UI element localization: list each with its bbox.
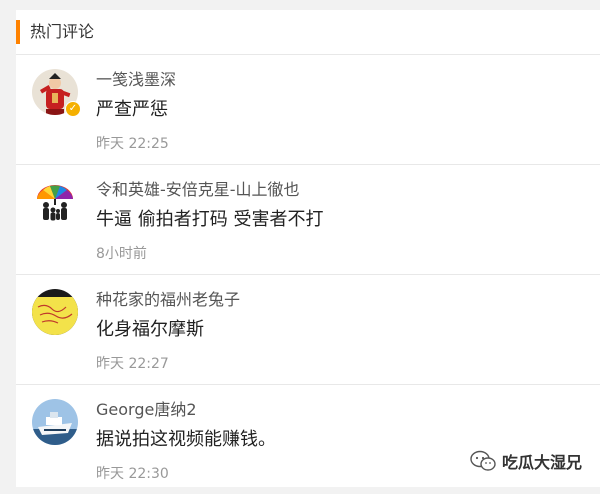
section-title: 热门评论 [30,22,95,41]
comment-item: 令和英雄-安倍克星-山上徹也 牛逼 偷拍者打码 受害者不打 8小时前 [16,165,600,275]
comment-username[interactable]: George唐纳2 [96,400,197,420]
comment-text: 化身福尔摩斯 [96,319,204,340]
accent-bar [16,20,20,44]
comment-username[interactable]: 种花家的福州老兔子 [96,290,240,310]
comment-item: ✓ 一笺浅墨深 严查严惩 昨天 22:25 [16,55,600,165]
watermark-text: 吃瓜大湿兄 [502,453,583,472]
avatar[interactable] [32,289,78,335]
comment-username[interactable]: 一笺浅墨深 [96,70,176,90]
rainbow-umbrella-family-avatar [32,179,78,225]
ship-avatar [32,399,78,445]
yellow-note-avatar [32,289,78,335]
comment-username[interactable]: 令和英雄-安倍克星-山上徹也 [96,180,300,200]
comment-time: 昨天 22:25 [96,136,169,152]
avatar[interactable] [32,399,78,445]
comment-time: 昨天 22:30 [96,466,169,482]
comment-item: George唐纳2 据说拍这视频能赚钱。 昨天 22:30 [16,385,600,494]
hot-comments-panel: 热门评论 ✓ 一笺浅墨深 严查严惩 昨天 22:25 令和英雄-安倍克星-山上徹… [16,10,600,487]
comment-text: 据说拍这视频能赚钱。 [96,429,276,450]
comment-item: 种花家的福州老兔子 化身福尔摩斯 昨天 22:27 [16,275,600,385]
comment-time: 昨天 22:27 [96,356,169,372]
comment-text: 严查严惩 [96,99,168,120]
comment-time: 8小时前 [96,246,147,262]
watermark: 吃瓜大湿兄 [470,448,582,474]
avatar[interactable] [32,179,78,225]
verified-badge-icon: ✓ [65,101,81,117]
section-header: 热门评论 [16,10,600,55]
wechat-icon [470,450,496,471]
comment-text: 牛逼 偷拍者打码 受害者不打 [96,209,324,230]
